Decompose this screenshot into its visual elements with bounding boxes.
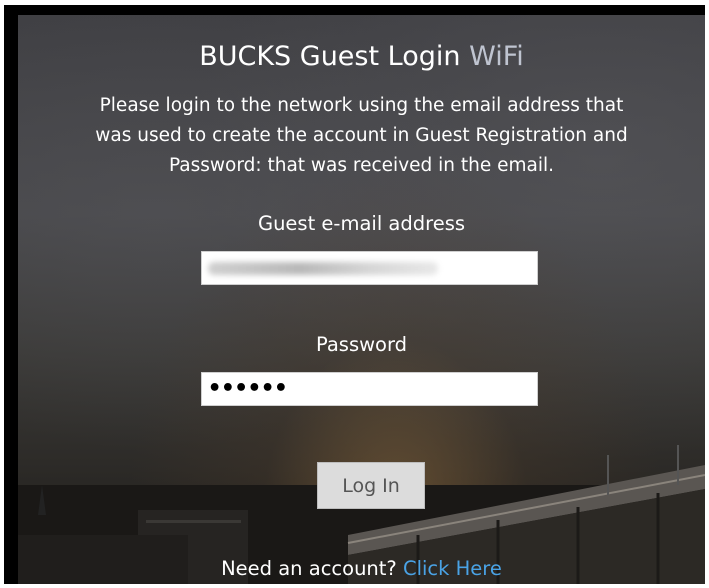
instructions-line-2: was used to create the account in Guest … bbox=[95, 125, 628, 146]
title-main: BUCKS Guest Login bbox=[199, 41, 461, 72]
password-label: Password bbox=[315, 333, 408, 356]
password-field[interactable]: •••••• bbox=[201, 372, 538, 406]
instructions-line-1: Please login to the network using the em… bbox=[99, 95, 624, 116]
email-label: Guest e-mail address bbox=[257, 212, 466, 235]
login-frame: BUCKS Guest Login WiFi Please login to t… bbox=[4, 5, 705, 584]
title-accent: WiFi bbox=[469, 41, 524, 72]
signup-prompt: Need an account? Click Here bbox=[18, 557, 705, 580]
login-instructions: Please login to the network using the em… bbox=[28, 91, 695, 181]
signup-link[interactable]: Click Here bbox=[403, 557, 502, 580]
login-panel: BUCKS Guest Login WiFi Please login to t… bbox=[18, 15, 705, 584]
signup-prompt-text: Need an account? bbox=[221, 557, 397, 580]
page-title: BUCKS Guest Login WiFi bbox=[18, 41, 705, 72]
instructions-line-3: Password: that was received in the email… bbox=[168, 155, 555, 176]
email-value-redacted bbox=[208, 262, 438, 275]
login-button[interactable]: Log In bbox=[317, 462, 425, 509]
email-field[interactable] bbox=[201, 251, 538, 285]
